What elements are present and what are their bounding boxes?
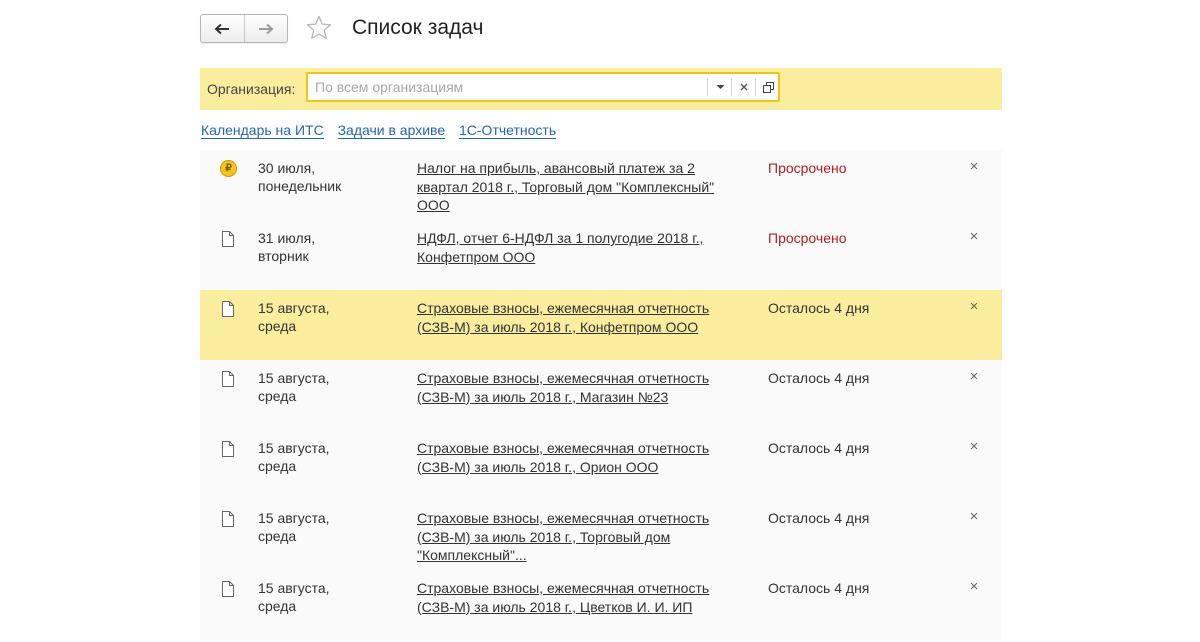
quick-links: Календарь на ИТС Задачи в архиве 1С-Отче… (201, 122, 566, 139)
document-icon (222, 441, 234, 457)
chevron-down-icon (716, 85, 724, 89)
organization-field (306, 72, 780, 102)
task-date: 30 июля, понедельник (258, 160, 342, 194)
arrow-right-icon (258, 23, 274, 34)
task-row[interactable]: 15 августа, среда Страховые взносы, ежем… (200, 570, 1002, 640)
task-link[interactable]: Страховые взносы, ежемесячная отчетность… (417, 439, 737, 476)
close-icon[interactable]: × (966, 368, 982, 386)
dropdown-button[interactable] (708, 77, 732, 97)
task-row[interactable]: 15 августа, среда Страховые взносы, ежем… (200, 360, 1002, 430)
task-link[interactable]: Налог на прибыль, авансовый платеж за 2 … (417, 159, 737, 215)
close-icon[interactable]: × (966, 298, 982, 316)
task-status: Осталось 4 дня (768, 510, 870, 526)
forward-button[interactable] (243, 15, 288, 42)
task-link[interactable]: Страховые взносы, ежемесячная отчетность… (417, 299, 737, 336)
task-status: Осталось 4 дня (768, 580, 870, 596)
task-list: ₽ 30 июля, понедельник Налог на прибыль,… (200, 150, 1002, 640)
clear-button[interactable] (732, 77, 756, 97)
open-window-icon (762, 81, 774, 93)
document-icon (222, 301, 234, 317)
link-its-calendar[interactable]: Календарь на ИТС (201, 122, 324, 139)
page-title: Список задач (352, 16, 484, 39)
task-date: 15 августа, среда (258, 300, 330, 334)
close-icon[interactable]: × (966, 438, 982, 456)
close-icon[interactable]: × (966, 508, 982, 526)
task-status: Осталось 4 дня (768, 370, 870, 386)
task-row[interactable]: ₽ 30 июля, понедельник Налог на прибыль,… (200, 150, 1002, 220)
open-button[interactable] (756, 77, 780, 97)
close-icon[interactable]: × (966, 578, 982, 596)
star-icon[interactable] (305, 14, 333, 42)
task-row-selected[interactable]: 15 августа, среда Страховые взносы, ежем… (200, 290, 1002, 360)
close-icon[interactable]: × (966, 158, 982, 176)
organization-input[interactable] (308, 74, 720, 100)
organization-filter-bar: Организация: (200, 68, 1002, 110)
document-icon (222, 581, 234, 597)
ruble-coin-icon: ₽ (220, 160, 237, 177)
organization-label: Организация: (207, 81, 296, 97)
document-icon (222, 231, 234, 247)
task-date: 15 августа, среда (258, 370, 330, 404)
document-icon (222, 371, 234, 387)
task-date: 15 августа, среда (258, 580, 330, 614)
task-link[interactable]: НДФЛ, отчет 6-НДФЛ за 1 полугодие 2018 г… (417, 229, 737, 266)
task-row[interactable]: 31 июля, вторник НДФЛ, отчет 6-НДФЛ за 1… (200, 220, 1002, 290)
task-status: Осталось 4 дня (768, 300, 870, 316)
task-date: 31 июля, вторник (258, 230, 316, 264)
task-row[interactable]: 15 августа, среда Страховые взносы, ежем… (200, 430, 1002, 500)
link-1c-reporting[interactable]: 1С-Отчетность (459, 122, 557, 139)
task-date: 15 августа, среда (258, 440, 330, 474)
back-button[interactable] (201, 15, 244, 42)
task-link[interactable]: Страховые взносы, ежемесячная отчетность… (417, 579, 737, 616)
task-status: Просрочено (768, 230, 847, 246)
task-status: Просрочено (768, 160, 847, 176)
link-archive-tasks[interactable]: Задачи в архиве (337, 122, 446, 139)
arrow-left-icon (214, 23, 230, 34)
document-icon (222, 511, 234, 527)
task-status: Осталось 4 дня (768, 440, 870, 456)
task-link[interactable]: Страховые взносы, ежемесячная отчетность… (417, 369, 737, 406)
task-row[interactable]: 15 августа, среда Страховые взносы, ежем… (200, 500, 1002, 570)
navigation-buttons (200, 14, 288, 43)
close-icon[interactable]: × (966, 228, 982, 246)
close-icon (740, 83, 748, 91)
task-link[interactable]: Страховые взносы, ежемесячная отчетность… (417, 509, 737, 565)
task-date: 15 августа, среда (258, 510, 330, 544)
